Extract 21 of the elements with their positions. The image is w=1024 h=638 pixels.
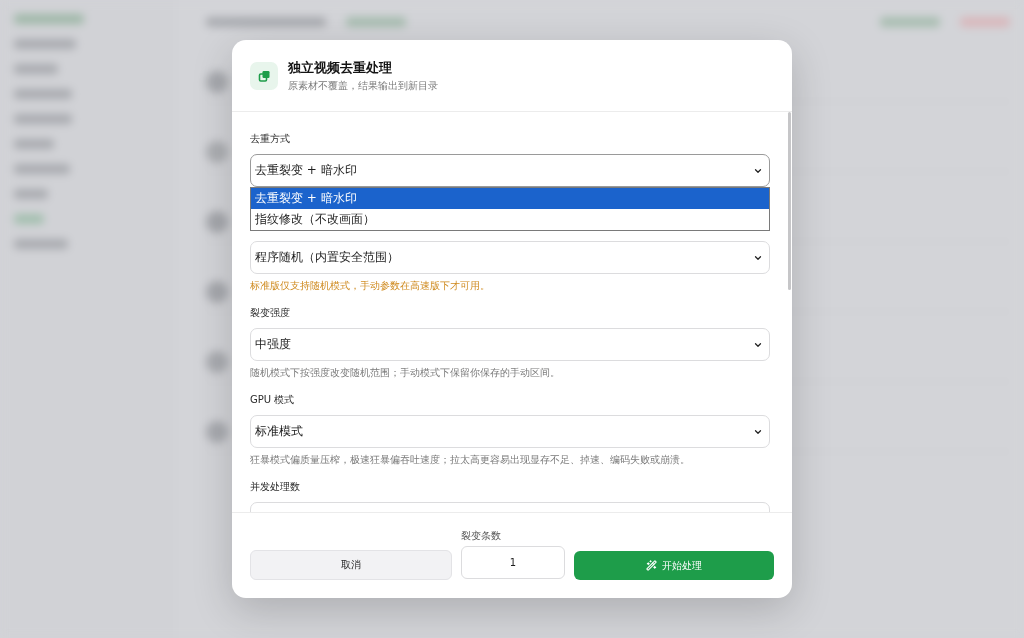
field-label: GPU 模式 xyxy=(250,394,295,406)
dialog-subtitle: 原素材不覆盖，结果输出到新目录 xyxy=(288,79,438,92)
field-hint: 狂暴模式偏质量压榨，极速狂暴偏吞吐速度；拉太高更容易出现显存不足、掉速、编码失败或崩溃。 xyxy=(250,454,690,466)
field-hint: 随机模式下按强度改变随机范围；手动模式下保留你保存的手动区间。 xyxy=(250,367,560,379)
dialog-title: 独立视频去重处理 xyxy=(288,59,393,76)
cancel-button[interactable]: 取消 xyxy=(250,550,452,580)
magic-wand-icon xyxy=(646,560,657,571)
select-field[interactable]: 中强度 xyxy=(250,328,770,361)
dropdown-option[interactable]: 去重裂变 + 暗水印 xyxy=(251,188,769,209)
scrollbar-thumb[interactable] xyxy=(788,112,791,290)
field-label: 去重方式 xyxy=(250,133,290,145)
count-label: 裂变条数 xyxy=(461,530,501,542)
select-field[interactable]: 标准模式 xyxy=(250,415,770,448)
count-input[interactable]: 1 xyxy=(461,546,565,579)
start-button[interactable]: 开始处理 xyxy=(574,551,774,580)
field-label: 裂变强度 xyxy=(250,307,290,319)
copy-icon xyxy=(250,61,278,90)
warning-hint: 标准版仅支持随机模式，手动参数在高速版下才可用。 xyxy=(250,280,490,292)
field-label: 并发处理数 xyxy=(250,481,300,493)
select-field[interactable]: 去重裂变 + 暗水印 xyxy=(250,154,770,187)
select-field[interactable]: 程序随机（内置安全范围） xyxy=(250,241,770,274)
